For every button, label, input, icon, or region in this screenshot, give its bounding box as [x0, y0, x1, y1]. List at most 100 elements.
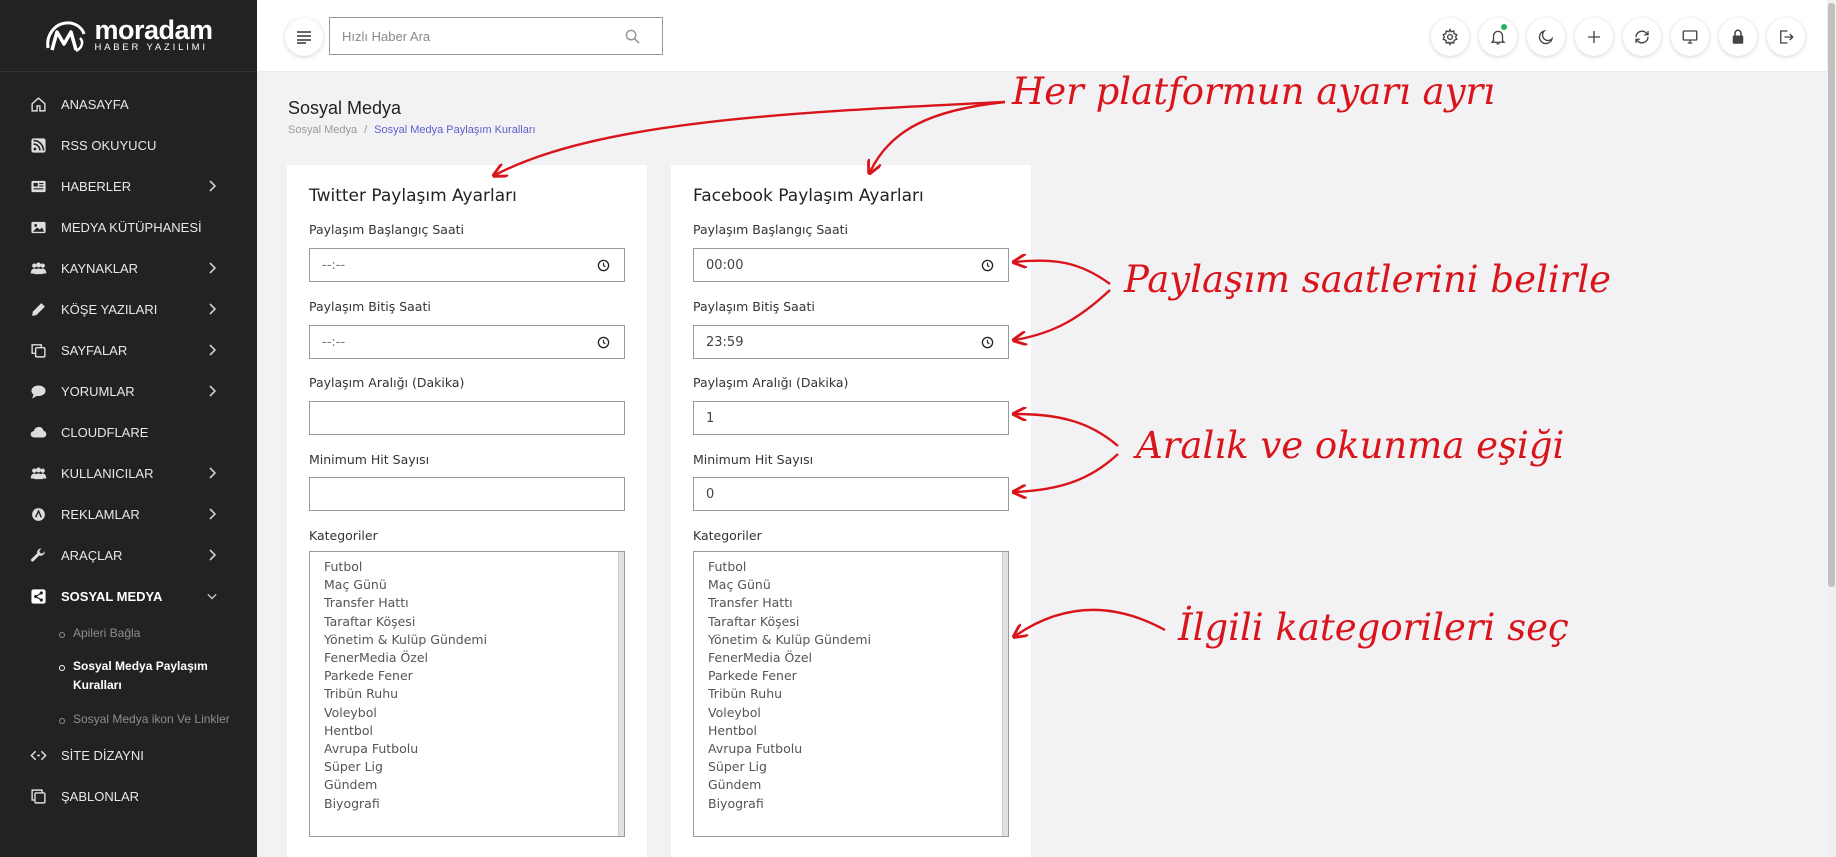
category-option[interactable]: Voleybol	[324, 704, 624, 722]
category-option[interactable]: Transfer Hattı	[324, 594, 624, 612]
chevron-right-icon	[209, 467, 217, 479]
sidebar-item-label: SİTE DİZAYNI	[61, 748, 144, 763]
category-option[interactable]: Transfer Hattı	[708, 594, 1008, 612]
facebook-interval-input[interactable]: 1	[693, 401, 1009, 435]
category-option[interactable]: Biyografi	[324, 795, 624, 813]
category-option[interactable]: Voleybol	[708, 704, 1008, 722]
logo[interactable]: moradam HABER YAZILIMI	[0, 0, 257, 72]
twitter-settings-card: Twitter Paylaşım Ayarları Paylaşım Başla…	[287, 165, 647, 857]
sidebar-item-sosyal-medya[interactable]: SOSYAL MEDYA	[0, 576, 257, 617]
add-button[interactable]	[1575, 18, 1613, 56]
view-site-button[interactable]	[1671, 18, 1709, 56]
facebook-categories-listbox[interactable]: Futbol Maç Günü Transfer Hattı Taraftar …	[693, 551, 1009, 837]
sidebar-item-haberler[interactable]: HABERLER	[0, 166, 257, 207]
twitter-start-time-input[interactable]: --:--	[309, 248, 625, 282]
category-option[interactable]: Gündem	[708, 776, 1008, 794]
quick-news-search[interactable]	[329, 17, 663, 55]
category-option[interactable]: Tribün Ruhu	[708, 685, 1008, 703]
category-option[interactable]: Parkede Fener	[324, 667, 624, 685]
clock-icon[interactable]	[981, 259, 994, 272]
sidebar-item-label: CLOUDFLARE	[61, 425, 149, 440]
sync-icon	[1635, 30, 1649, 44]
clock-icon[interactable]	[981, 336, 994, 349]
category-option[interactable]: Maç Günü	[708, 576, 1008, 594]
category-option[interactable]: Futbol	[324, 558, 624, 576]
category-option[interactable]: Yönetim & Kulüp Gündemi	[324, 631, 624, 649]
sidebar-item-label: KÖŞE YAZILARI	[61, 302, 158, 317]
sidebar-item-label: ŞABLONLAR	[61, 789, 140, 804]
ad-icon	[28, 505, 48, 525]
chevron-right-icon	[209, 303, 217, 315]
sidebar-item-kaynaklar[interactable]: KAYNAKLAR	[0, 248, 257, 289]
twitter-categories-listbox[interactable]: Futbol Maç Günü Transfer Hattı Taraftar …	[309, 551, 625, 837]
dark-mode-button[interactable]	[1527, 18, 1565, 56]
category-option[interactable]: Yönetim & Kulüp Gündemi	[708, 631, 1008, 649]
logout-button[interactable]	[1767, 18, 1805, 56]
category-option[interactable]: Hentbol	[324, 722, 624, 740]
lock-button[interactable]	[1719, 18, 1757, 56]
lock-icon	[1732, 29, 1744, 44]
category-option[interactable]: Taraftar Köşesi	[324, 613, 624, 631]
sidebar-item-anasayfa[interactable]: ANASAYFA	[0, 84, 257, 125]
clock-icon[interactable]	[597, 336, 610, 349]
pen-icon	[28, 300, 48, 320]
category-option[interactable]: Futbol	[708, 558, 1008, 576]
sidebar-item-cloudflare[interactable]: CLOUDFLARE	[0, 412, 257, 453]
category-option[interactable]: Avrupa Futbolu	[708, 740, 1008, 758]
category-option[interactable]: Maç Günü	[324, 576, 624, 594]
twitter-min-hits-input[interactable]	[309, 477, 625, 511]
clock-icon[interactable]	[597, 259, 610, 272]
category-option[interactable]: FenerMedia Özel	[324, 649, 624, 667]
listbox-scrollbar[interactable]	[1002, 552, 1008, 836]
copy-icon	[28, 341, 48, 361]
category-option[interactable]: FenerMedia Özel	[708, 649, 1008, 667]
sidebar-subitem-apileri-bagla[interactable]: Apileri Bağla	[0, 624, 257, 643]
category-option[interactable]: Biyografi	[708, 795, 1008, 813]
window-scrollbar[interactable]	[1827, 0, 1836, 857]
chevron-down-icon	[207, 593, 217, 600]
categories-label: Kategoriler	[309, 528, 378, 543]
category-option[interactable]: Tribün Ruhu	[324, 685, 624, 703]
notifications-button[interactable]	[1479, 18, 1517, 56]
category-option[interactable]: Süper Lig	[708, 758, 1008, 776]
sidebar-item-kullanicilar[interactable]: KULLANICILAR	[0, 453, 257, 494]
category-option[interactable]: Süper Lig	[324, 758, 624, 776]
category-option[interactable]: Taraftar Köşesi	[708, 613, 1008, 631]
sidebar-item-rss[interactable]: RSS OKUYUCU	[0, 125, 257, 166]
category-option[interactable]: Gündem	[324, 776, 624, 794]
listbox-scrollbar[interactable]	[618, 552, 624, 836]
search-input[interactable]	[330, 18, 610, 54]
interval-label: Paylaşım Aralığı (Dakika)	[693, 375, 849, 390]
sidebar-item-reklamlar[interactable]: REKLAMLAR	[0, 494, 257, 535]
sidebar-item-site-dizayni[interactable]: SİTE DİZAYNI	[0, 735, 257, 776]
facebook-end-time-input[interactable]: 23:59	[693, 325, 1009, 359]
sidebar-subitem-paylasim-kurallari[interactable]: Sosyal Medya Paylaşım Kuralları	[0, 657, 257, 695]
menu-toggle-button[interactable]	[285, 18, 323, 56]
facebook-start-time-input[interactable]: 00:00	[693, 248, 1009, 282]
settings-button[interactable]	[1431, 18, 1469, 56]
sidebar-item-label: ARAÇLAR	[61, 548, 123, 563]
sidebar-item-araclar[interactable]: ARAÇLAR	[0, 535, 257, 576]
sidebar-item-sablonlar[interactable]: ŞABLONLAR	[0, 776, 257, 817]
comment-icon	[28, 382, 48, 402]
annotation-categories: İlgili kategorileri seç	[1178, 606, 1569, 649]
search-icon[interactable]	[625, 29, 640, 44]
category-option[interactable]: Avrupa Futbolu	[324, 740, 624, 758]
interval-label: Paylaşım Aralığı (Dakika)	[309, 375, 465, 390]
category-option[interactable]: Parkede Fener	[708, 667, 1008, 685]
refresh-button[interactable]	[1623, 18, 1661, 56]
sidebar-item-yorumlar[interactable]: YORUMLAR	[0, 371, 257, 412]
categories-label: Kategoriler	[693, 528, 762, 543]
chevron-right-icon	[209, 508, 217, 520]
twitter-end-time-input[interactable]: --:--	[309, 325, 625, 359]
cloud-icon	[28, 423, 48, 443]
twitter-interval-input[interactable]	[309, 401, 625, 435]
sidebar-item-medya-kutuphanesi[interactable]: MEDYA KÜTÜPHANESİ	[0, 207, 257, 248]
facebook-min-hits-input[interactable]: 0	[693, 477, 1009, 511]
breadcrumb-item[interactable]: Sosyal Medya	[288, 124, 357, 136]
scrollbar-thumb[interactable]	[1828, 3, 1835, 587]
sidebar-item-sayfalar[interactable]: SAYFALAR	[0, 330, 257, 371]
category-option[interactable]: Hentbol	[708, 722, 1008, 740]
sidebar-item-kose-yazilari[interactable]: KÖŞE YAZILARI	[0, 289, 257, 330]
sidebar-subitem-ikon-ve-linkler[interactable]: Sosyal Medya ikon Ve Linkler	[0, 710, 257, 729]
